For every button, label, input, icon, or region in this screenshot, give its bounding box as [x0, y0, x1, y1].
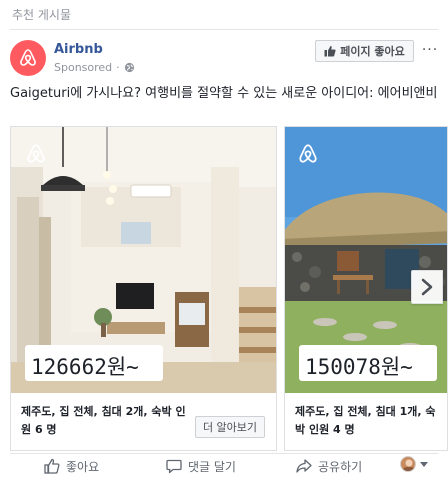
carousel-card-1[interactable]: 126662원~ 제주도, 집 전체, 침대 2개, 숙박 인원 6 명 더 알…	[10, 126, 277, 451]
like-label: 좋아요	[66, 459, 100, 474]
section-title: 추천 게시물	[12, 8, 72, 22]
comment-label: 댓글 달기	[188, 459, 236, 474]
divider	[10, 453, 438, 454]
learn-more-button[interactable]: 더 알아보기	[195, 416, 265, 438]
page-name-link[interactable]: Airbnb	[54, 42, 103, 57]
airbnb-logo-icon	[299, 144, 317, 163]
thumbs-up-icon	[324, 46, 336, 57]
like-page-button[interactable]: 페이지 좋아요	[315, 40, 414, 62]
chevron-right-icon	[421, 278, 433, 296]
share-button[interactable]: 공유하기	[296, 456, 362, 476]
thumbs-up-icon	[44, 458, 60, 474]
share-label: 공유하기	[318, 459, 363, 474]
more-options-button[interactable]: ···	[420, 40, 440, 60]
price-label: 126662원~	[25, 345, 163, 381]
listing-caption: 제주도, 집 전체, 침대 2개, 숙박 인원 6 명	[21, 405, 186, 436]
listing-caption: 제주도, 집 전체, 침대 1개, 숙박 인원 4 명	[295, 405, 436, 436]
avatar	[400, 456, 416, 472]
price-label: 150078원~	[299, 345, 437, 381]
sponsored-label: Sponsored ·	[54, 61, 135, 74]
caret-down-icon	[420, 461, 428, 467]
comment-button[interactable]: 댓글 달기	[166, 456, 236, 476]
like-button[interactable]: 좋아요	[44, 456, 99, 476]
carousel-next-button[interactable]	[411, 270, 443, 304]
post-text: Gaigeturi에 가시나요? 여행비를 절약할 수 있는 새로운 아이디어:…	[10, 86, 438, 101]
share-icon	[296, 459, 312, 473]
airbnb-logo-icon	[27, 144, 45, 163]
divider	[10, 29, 438, 30]
globe-icon	[124, 62, 135, 73]
sponsored-text[interactable]: Sponsored	[54, 61, 112, 74]
like-page-label: 페이지 좋아요	[340, 45, 405, 58]
post-as-selector[interactable]	[400, 456, 428, 472]
airbnb-logo-icon[interactable]	[10, 40, 46, 76]
comment-icon	[166, 459, 182, 474]
